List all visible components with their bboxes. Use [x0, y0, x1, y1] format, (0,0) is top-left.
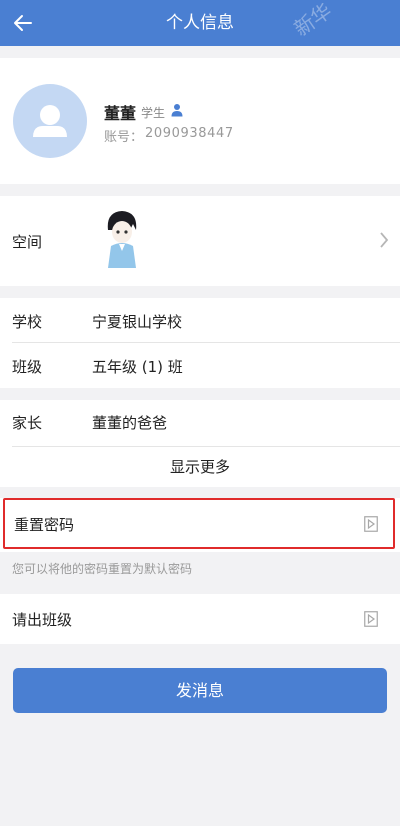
header-bar: 个人信息 新华	[0, 0, 400, 46]
remove-from-class-row[interactable]: 请出班级	[0, 594, 400, 644]
parent-label: 家长	[12, 414, 43, 432]
school-value: 宁夏银山学校	[92, 313, 183, 331]
send-message-button[interactable]: 发消息	[13, 668, 387, 713]
reset-password-hint: 您可以将他的密码重置为默认密码	[12, 562, 193, 576]
space-avatar-image	[107, 211, 137, 268]
profile-card: 董董 学生 账号： 2090938447	[0, 58, 400, 184]
class-label: 班级	[12, 358, 43, 376]
divider	[12, 342, 400, 343]
account-number: 2090938447	[145, 126, 234, 141]
page-title: 个人信息	[166, 13, 234, 33]
school-label: 学校	[12, 313, 43, 331]
student-name: 董董	[104, 104, 137, 123]
play-right-icon	[364, 611, 378, 627]
avatar[interactable]	[13, 84, 87, 158]
space-label: 空间	[12, 233, 43, 251]
parent-info-card: 家长 董董的爸爸 显示更多	[0, 400, 400, 487]
chevron-right-icon	[380, 232, 389, 248]
divider	[12, 446, 400, 447]
school-info-card: 学校 宁夏银山学校 班级 五年级 (1) 班	[0, 298, 400, 388]
play-right-icon	[364, 516, 378, 532]
show-more-button[interactable]: 显示更多	[0, 448, 400, 486]
person-icon	[171, 104, 183, 117]
remove-from-class-label: 请出班级	[12, 611, 73, 629]
role-label: 学生	[141, 106, 166, 120]
reset-password-row[interactable]: 重置密码	[0, 498, 400, 552]
reset-password-label: 重置密码	[14, 516, 75, 534]
parent-value: 董董的爸爸	[92, 414, 168, 432]
class-value: 五年级 (1) 班	[92, 358, 183, 376]
space-row[interactable]: 空间	[0, 196, 400, 286]
default-avatar-icon	[33, 105, 67, 137]
account-label: 账号：	[104, 130, 144, 145]
